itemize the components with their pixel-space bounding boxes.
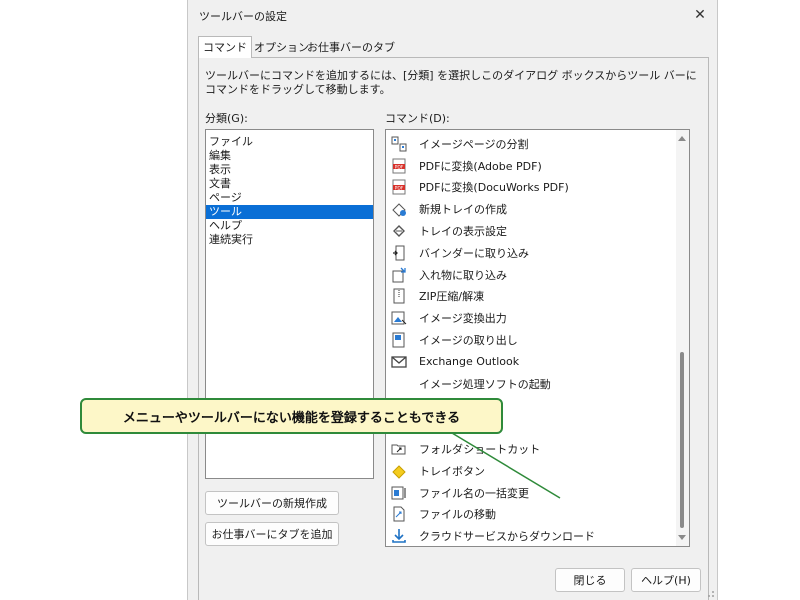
- list-item[interactable]: PDF PDFに変換(DocuWorks PDF): [386, 177, 676, 199]
- svg-text:PDF: PDF: [395, 186, 404, 192]
- description-text: ツールバーにコマンドを追加するには、[分類] を選択しこのダイアログ ボックスか…: [205, 69, 697, 96]
- title-bar[interactable]: ツールバーの設定 ✕: [188, 0, 717, 30]
- tray-button-icon: [391, 463, 407, 479]
- blank-icon: [391, 376, 407, 392]
- list-item[interactable]: ファイル: [206, 135, 373, 149]
- download-icon: [391, 528, 407, 544]
- list-item[interactable]: 文書: [206, 177, 373, 191]
- list-item[interactable]: 入れ物に取り込み: [386, 264, 676, 286]
- command-label-text: PDFに変換(Adobe PDF): [419, 159, 542, 173]
- file-move-icon: [391, 506, 407, 522]
- command-label-text: イメージの取り出し: [419, 334, 518, 348]
- tray-settings-icon: [391, 223, 407, 239]
- list-item[interactable]: ZIP圧縮/解凍: [386, 286, 676, 308]
- command-label-text: ZIP圧縮/解凍: [419, 290, 485, 304]
- command-label-text: イメージ変換出力: [419, 312, 507, 326]
- command-label: コマンド(D):: [385, 112, 450, 125]
- list-item[interactable]: ページ: [206, 191, 373, 205]
- list-item[interactable]: ファイルの移動: [386, 504, 676, 526]
- resize-grip-icon[interactable]: [705, 588, 715, 598]
- list-item[interactable]: バインダーに取り込み: [386, 242, 676, 264]
- list-item[interactable]: ファイル名の一括変更: [386, 482, 676, 504]
- list-item[interactable]: フォルダショートカット: [386, 438, 676, 460]
- command-label-text: トレイの表示設定: [419, 225, 507, 239]
- command-list-scrollbar[interactable]: [676, 130, 689, 546]
- command-label-text: PDFに変換(DocuWorks PDF): [419, 181, 569, 195]
- zip-icon: [391, 288, 407, 304]
- command-label-text: トレイボタン: [419, 464, 485, 478]
- command-label-text: 新規トレイの作成: [419, 203, 507, 217]
- command-label-text: イメージページの分割: [419, 137, 529, 151]
- category-label: 分類(G):: [205, 112, 248, 125]
- list-item[interactable]: イメージページの分割: [386, 133, 676, 155]
- new-tray-icon: [391, 201, 407, 217]
- toolbar-settings-dialog: ツールバーの設定 ✕ コマンド オプション お仕事バーのタブ ツールバーにコマン…: [187, 0, 718, 600]
- new-toolbar-button[interactable]: ツールバーの新規作成: [205, 491, 339, 515]
- list-item[interactable]: クラウドサービスからダウンロード: [386, 525, 676, 547]
- image-extract-icon: [391, 332, 407, 348]
- command-label-text: クラウドサービスからダウンロード: [419, 530, 595, 544]
- command-list[interactable]: イメージページの分割 PDF PDFに変換(Adobe PDF) PDF PDFに変換(…: [385, 129, 690, 547]
- close-button[interactable]: 閉じる: [555, 568, 625, 592]
- mail-icon: [391, 354, 407, 370]
- command-label-text: ファイルの移動: [419, 508, 496, 522]
- list-item[interactable]: トレイボタン: [386, 460, 676, 482]
- rename-icon: [391, 485, 407, 501]
- tab-work-bar-tabs[interactable]: お仕事バーのタブ: [303, 39, 399, 57]
- command-label-text: フォルダショートカット: [419, 443, 541, 457]
- tab-commands[interactable]: コマンド: [198, 36, 252, 58]
- list-item[interactable]: ツール: [206, 205, 373, 219]
- scroll-thumb[interactable]: [680, 352, 684, 528]
- add-work-bar-tab-button[interactable]: お仕事バーにタブを追加: [205, 522, 339, 546]
- command-label-text: バインダーに取り込み: [419, 246, 529, 260]
- list-item[interactable]: トレイの表示設定: [386, 220, 676, 242]
- close-icon[interactable]: ✕: [683, 0, 717, 30]
- list-item[interactable]: 表示: [206, 163, 373, 177]
- list-item[interactable]: 編集: [206, 149, 373, 163]
- scroll-down-arrow-icon[interactable]: [678, 535, 686, 540]
- help-button[interactable]: ヘルプ(H): [631, 568, 701, 592]
- pdf-icon: PDF: [391, 179, 407, 195]
- image-export-icon: [391, 310, 407, 326]
- command-label-text: ファイル名の一括変更: [419, 486, 529, 500]
- callout-annotation: メニューやツールバーにない機能を登録することもできる: [80, 398, 503, 434]
- list-item[interactable]: PDF PDFに変換(Adobe PDF): [386, 155, 676, 177]
- list-item[interactable]: 新規トレイの作成: [386, 198, 676, 220]
- svg-text:PDF: PDF: [395, 164, 404, 170]
- list-item[interactable]: イメージ変換出力: [386, 307, 676, 329]
- list-item[interactable]: ヘルプ: [206, 219, 373, 233]
- split-page-icon: [391, 136, 407, 152]
- pdf-icon: PDF: [391, 158, 407, 174]
- list-item[interactable]: イメージ処理ソフトの起動: [386, 373, 676, 395]
- command-label-text: Exchange Outlook: [419, 355, 520, 369]
- dialog-title: ツールバーの設定: [199, 10, 287, 23]
- folder-shortcut-icon: [391, 441, 407, 457]
- list-item[interactable]: Exchange Outlook: [386, 351, 676, 373]
- command-label-text: 入れ物に取り込み: [419, 268, 507, 282]
- command-label-text: イメージ処理ソフトの起動: [419, 377, 551, 391]
- list-item[interactable]: 連続実行: [206, 233, 373, 247]
- container-icon: [391, 267, 407, 283]
- list-item[interactable]: イメージの取り出し: [386, 329, 676, 351]
- binder-icon: [391, 245, 407, 261]
- scroll-up-arrow-icon[interactable]: [678, 136, 686, 141]
